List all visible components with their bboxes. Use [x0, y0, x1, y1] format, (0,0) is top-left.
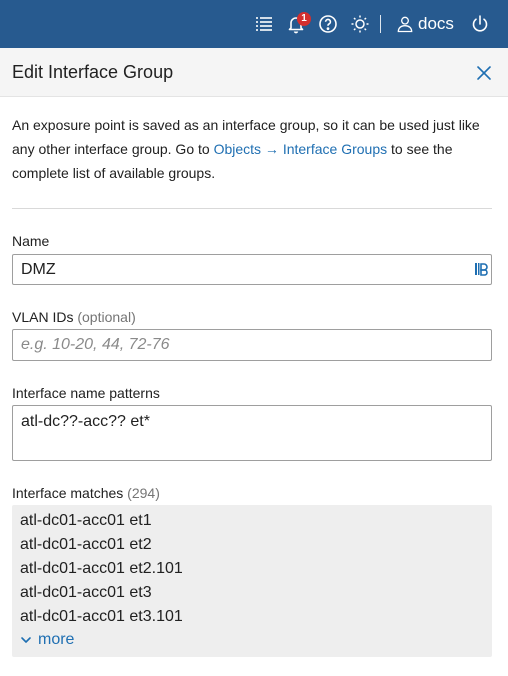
list-icon[interactable]: [252, 12, 276, 36]
matches-label-text: Interface matches: [12, 485, 124, 501]
vlan-label-text: VLAN IDs: [12, 309, 74, 325]
user-menu[interactable]: docs: [395, 12, 454, 36]
list-item: atl-dc01-acc01 et3.101: [20, 608, 183, 625]
interface-groups-link[interactable]: Interface Groups: [283, 141, 387, 157]
more-label: more: [38, 631, 75, 648]
name-label: Name: [12, 233, 50, 249]
matches-list: atl-dc01-acc01 et1 atl-dc01-acc01 et2 at…: [12, 505, 492, 657]
user-icon: [395, 14, 418, 34]
more-button[interactable]: more: [20, 631, 74, 649]
topbar-divider: [380, 15, 381, 33]
dialog-header: Edit Interface Group: [0, 48, 508, 97]
matches-label: Interface matches (294): [12, 485, 160, 501]
user-name: docs: [418, 14, 454, 33]
vlan-label: VLAN IDs (optional): [12, 309, 136, 325]
list-item: atl-dc01-acc01 et2.101: [20, 560, 183, 577]
dialog-description: An exposure point is saved as an interfa…: [12, 113, 492, 185]
notification-badge: 1: [297, 12, 311, 26]
top-bar: 1 docs: [0, 0, 508, 48]
sun-icon[interactable]: [348, 12, 372, 36]
vlan-optional-text: (optional): [77, 309, 136, 325]
vlan-input[interactable]: [12, 329, 492, 361]
chevron-down-icon: [20, 634, 38, 646]
close-icon[interactable]: [474, 63, 494, 83]
help-icon[interactable]: [316, 12, 340, 36]
power-icon[interactable]: [468, 12, 492, 36]
list-item: atl-dc01-acc01 et2: [20, 536, 152, 553]
password-manager-icon[interactable]: [474, 261, 488, 277]
name-input[interactable]: [12, 254, 492, 285]
divider: [12, 208, 492, 209]
list-item: atl-dc01-acc01 et1: [20, 512, 152, 529]
matches-count: (294): [127, 485, 160, 501]
dialog-title: Edit Interface Group: [12, 62, 174, 82]
patterns-label: Interface name patterns: [12, 385, 160, 401]
arrow-separator: →: [261, 141, 283, 157]
list-item: atl-dc01-acc01 et3: [20, 584, 152, 601]
objects-link[interactable]: Objects: [214, 141, 261, 157]
patterns-input[interactable]: [12, 405, 492, 461]
